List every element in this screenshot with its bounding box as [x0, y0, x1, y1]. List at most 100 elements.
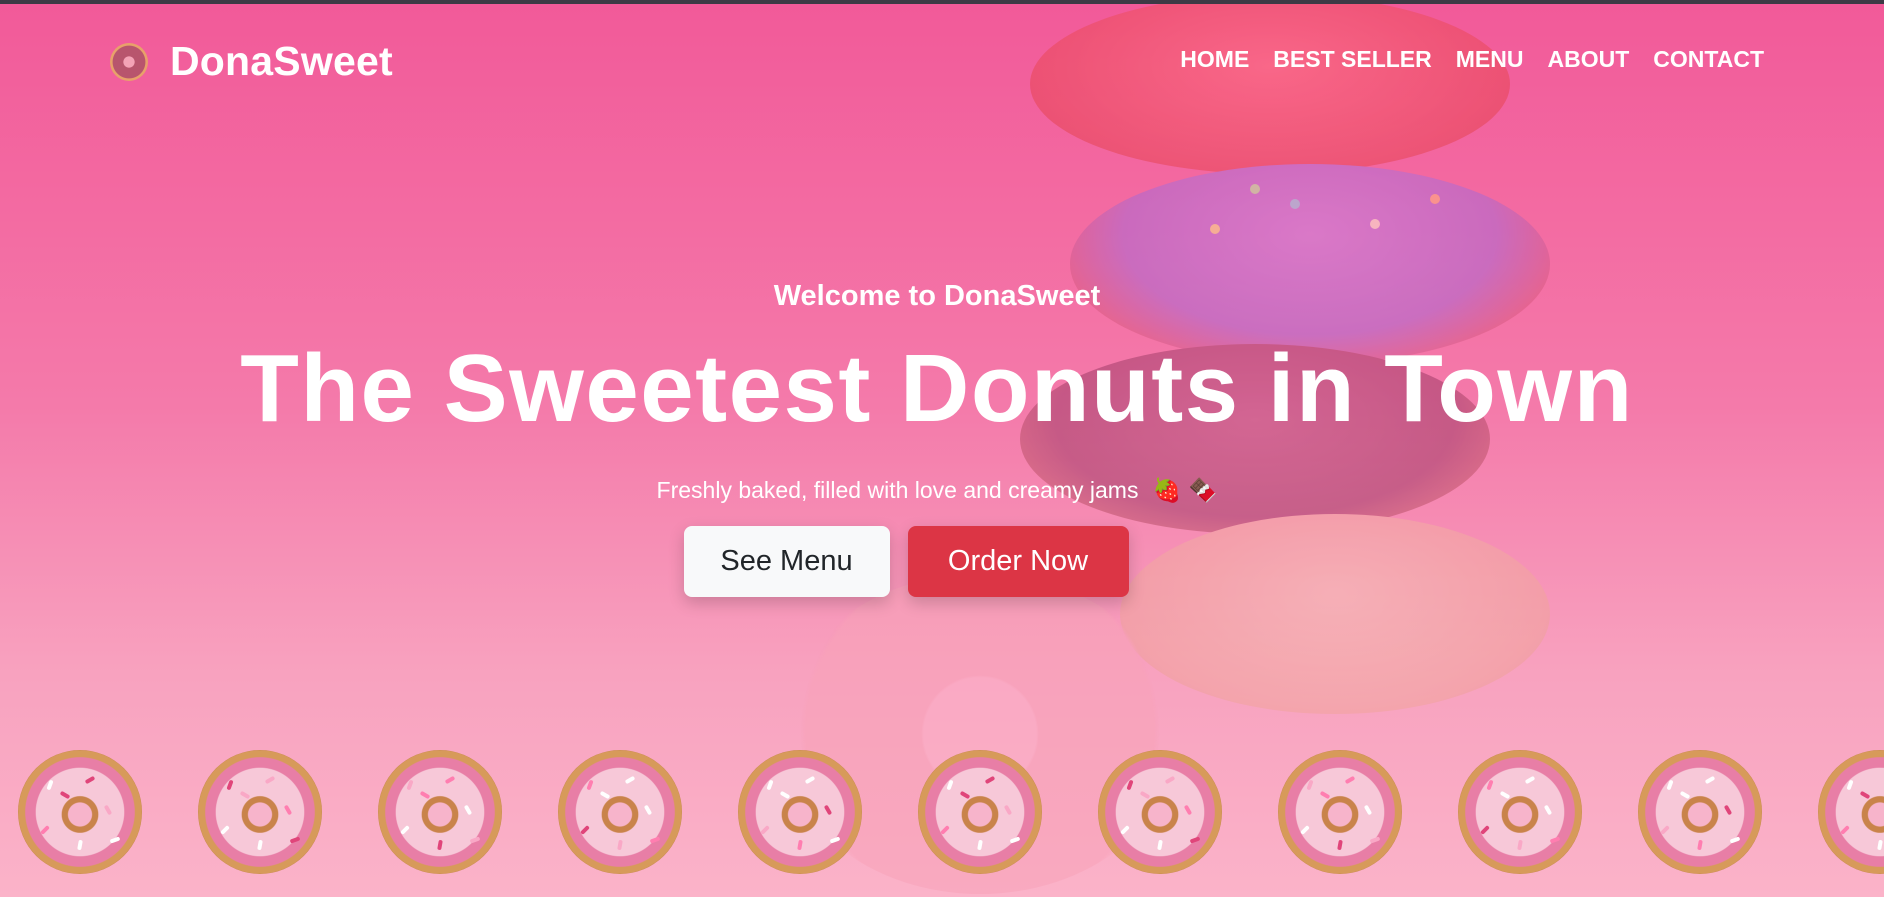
sprinkle: [1363, 804, 1373, 816]
nav-item-about[interactable]: ABOUT: [1547, 46, 1629, 73]
sprinkle: [1369, 836, 1381, 844]
sprinkle: [1157, 839, 1163, 851]
donut-decoration: [1278, 750, 1402, 874]
donut-decoration: [1638, 750, 1762, 874]
sprinkle: [469, 836, 481, 844]
sprinkle: [599, 790, 611, 800]
sprinkle: [40, 825, 50, 835]
donut-decoration: [1818, 750, 1884, 874]
sprinkle: [1499, 790, 1511, 800]
navbar: DonaSweet HOME BEST SELLER MENU ABOUT CO…: [0, 4, 1884, 114]
nav-item-menu[interactable]: MENU: [1456, 46, 1524, 73]
brand-logo[interactable]: DonaSweet: [110, 38, 393, 85]
sprinkle: [823, 804, 833, 816]
hero-headline: The Sweetest Donuts in Town: [240, 335, 1634, 442]
sprinkle: [984, 775, 996, 785]
sprinkle: [1009, 836, 1021, 844]
donut-decoration: [918, 750, 1042, 874]
donut-decoration: [18, 750, 142, 874]
sprinkle: [226, 779, 234, 791]
sprinkle: [1666, 779, 1674, 791]
sprinkle: [1126, 779, 1134, 791]
hero-tagline: Freshly baked, filled with love and crea…: [0, 477, 1874, 504]
sprinkle: [1543, 804, 1553, 816]
sprinkle: [289, 836, 301, 844]
sprinkle: [1723, 804, 1733, 816]
hero-buttons: See Menu Order Now: [0, 526, 1874, 597]
sprinkle: [264, 775, 276, 785]
donut-decoration: [378, 750, 502, 874]
sprinkle: [1183, 804, 1193, 816]
sprinkle: [1679, 790, 1691, 800]
sprinkle: [1344, 775, 1356, 785]
sprinkle: [1486, 779, 1494, 791]
sprinkle: [419, 790, 431, 800]
donut-decoration: [1458, 750, 1582, 874]
sprinkle: [109, 836, 121, 844]
sprinkle: [239, 790, 251, 800]
sprinkle: [760, 825, 770, 835]
donut-decoration-row: [18, 750, 1884, 880]
sprinkle: [766, 779, 774, 791]
sprinkle: [77, 839, 83, 851]
sprinkle: [1877, 839, 1883, 851]
sprinkle: [103, 804, 113, 816]
sprinkle: [649, 836, 661, 844]
browser-top-border: [0, 0, 1884, 4]
sprinkle: [1337, 839, 1343, 851]
sprinkle: [959, 790, 971, 800]
sprinkle: [1524, 775, 1536, 785]
sprinkle: [59, 790, 71, 800]
nav-item-best-seller[interactable]: BEST SELLER: [1273, 46, 1431, 73]
sprinkle: [829, 836, 841, 844]
sprinkle: [444, 775, 456, 785]
sprinkle: [463, 804, 473, 816]
sprinkle: [1697, 839, 1703, 851]
sprinkle: [779, 790, 791, 800]
sprinkle: [1300, 825, 1310, 835]
sprinkle: [617, 839, 623, 851]
sprinkle: [84, 775, 96, 785]
sprinkle: [437, 839, 443, 851]
sprinkle: [1859, 790, 1871, 800]
sprinkle: [1517, 839, 1523, 851]
sprinkle: [624, 775, 636, 785]
sprinkle: [1704, 775, 1716, 785]
sprinkle: [1729, 836, 1741, 844]
sprinkle: [643, 804, 653, 816]
sprinkle: [797, 839, 803, 851]
nav-menu: HOME BEST SELLER MENU ABOUT CONTACT: [1180, 46, 1764, 73]
sprinkle: [1846, 779, 1854, 791]
sprinkle: [1120, 825, 1130, 835]
sprinkle: [406, 779, 414, 791]
see-menu-button[interactable]: See Menu: [683, 526, 890, 597]
hero-content: Welcome to DonaSweet The Sweetest Donuts…: [0, 280, 1874, 597]
sprinkle: [580, 825, 590, 835]
sprinkle: [1189, 836, 1201, 844]
donut-decoration: [1098, 750, 1222, 874]
sprinkle: [1549, 836, 1561, 844]
donut-decoration: [738, 750, 862, 874]
sprinkle: [1840, 825, 1850, 835]
nav-item-contact[interactable]: CONTACT: [1653, 46, 1764, 73]
tagline-text: Freshly baked, filled with love and crea…: [656, 477, 1139, 503]
sprinkle: [586, 779, 594, 791]
sprinkle: [220, 825, 230, 835]
welcome-text: Welcome to DonaSweet: [773, 280, 1101, 312]
nav-item-home[interactable]: HOME: [1180, 46, 1249, 73]
sprinkle: [1164, 775, 1176, 785]
donut-icon: [110, 42, 148, 81]
sprinkle: [940, 825, 950, 835]
sprinkle: [46, 779, 54, 791]
sprinkle: [283, 804, 293, 816]
brand-name: DonaSweet: [170, 38, 393, 84]
sprinkle: [804, 775, 816, 785]
sprinkle: [1003, 804, 1013, 816]
order-now-button[interactable]: Order Now: [907, 526, 1129, 597]
sprinkle: [977, 839, 983, 851]
sprinkle: [1139, 790, 1151, 800]
sprinkle: [1660, 825, 1670, 835]
sprinkle: [400, 825, 410, 835]
sprinkle: [946, 779, 954, 791]
sprinkle: [257, 839, 263, 851]
